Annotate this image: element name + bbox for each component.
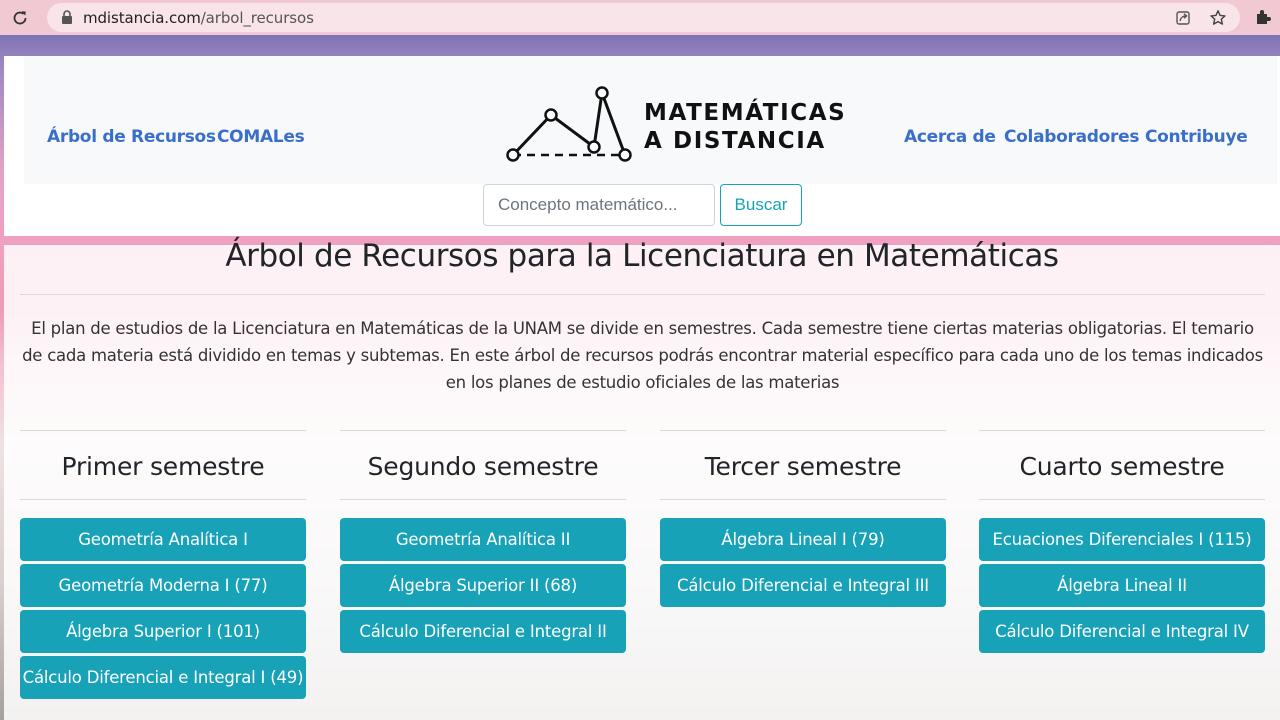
divider (979, 499, 1265, 500)
logo-text-line2: A DISTANCIA (644, 128, 826, 154)
subject-button[interactable]: Ecuaciones Diferenciales I (115) (979, 518, 1265, 561)
subject-list: Álgebra Lineal I (79) Cálculo Diferencia… (660, 518, 946, 607)
extensions-icon[interactable] (1253, 7, 1273, 27)
url-host: mdistancia.com (83, 9, 201, 27)
semester-title: Primer semestre (61, 452, 265, 481)
lock-icon (62, 10, 72, 24)
nav-link-acerca-de[interactable]: Acerca de (904, 127, 996, 147)
subject-button[interactable]: Geometría Moderna I (77) (20, 564, 306, 607)
semester-title: Tercer semestre (704, 452, 902, 481)
address-bar[interactable]: mdistancia.com/arbol_recursos (47, 3, 1240, 32)
semester-title: Cuarto semestre (1019, 452, 1225, 481)
reload-icon[interactable] (8, 6, 32, 30)
subject-button[interactable]: Cálculo Diferencial e Integral II (340, 610, 626, 653)
subject-button[interactable]: Álgebra Superior I (101) (20, 610, 306, 653)
nav-link-contribuye[interactable]: Contribuye (1145, 127, 1248, 147)
subject-button[interactable]: Álgebra Superior II (68) (340, 564, 626, 607)
subject-button[interactable]: Álgebra Lineal II (979, 564, 1265, 607)
title-divider (20, 294, 1265, 295)
semester-column-1: Primer semestre Geometría Analítica I Ge… (20, 430, 306, 702)
semester-title: Segundo semestre (367, 452, 599, 481)
share-icon[interactable] (1173, 8, 1193, 28)
star-icon[interactable] (1208, 8, 1228, 28)
subject-list: Geometría Analítica II Álgebra Superior … (340, 518, 626, 653)
divider (20, 499, 306, 500)
divider (340, 499, 626, 500)
page-title: Árbol de Recursos para la Licenciatura e… (225, 238, 1059, 274)
nav-link-arbol-de-recursos[interactable]: Árbol de Recursos (47, 127, 216, 147)
subject-list: Ecuaciones Diferenciales I (115) Álgebra… (979, 518, 1265, 653)
site-logo[interactable]: MATEMÁTICAS A DISTANCIA (501, 86, 845, 166)
logo-graph-icon (506, 86, 632, 162)
subject-button[interactable]: Cálculo Diferencial e Integral III (660, 564, 946, 607)
url-path: /arbol_recursos (200, 9, 314, 27)
intro-paragraph: El plan de estudios de la Licenciatura e… (22, 319, 1263, 392)
nav-link-comales[interactable]: COMALes (217, 127, 305, 147)
semester-column-4: Cuarto semestre Ecuaciones Diferenciales… (979, 430, 1265, 656)
browser-toolbar: mdistancia.com/arbol_recursos (0, 0, 1280, 35)
search-button[interactable]: Buscar (720, 184, 802, 226)
subject-button[interactable]: Cálculo Diferencial e Integral IV (979, 610, 1265, 653)
search-input[interactable] (483, 184, 715, 226)
subject-button[interactable]: Álgebra Lineal I (79) (660, 518, 946, 561)
subject-button[interactable]: Cálculo Diferencial e Integral I (49) (20, 656, 306, 699)
nav-link-colaboradores[interactable]: Colaboradores (1004, 127, 1139, 147)
subject-list: Geometría Analítica I Geometría Moderna … (20, 518, 306, 699)
logo-text-line1: MATEMÁTICAS (644, 100, 847, 126)
subject-button[interactable]: Geometría Analítica II (340, 518, 626, 561)
navbar: Árbol de Recursos COMALes MATEMÁTICAS A … (24, 56, 1277, 184)
semester-column-3: Tercer semestre Álgebra Lineal I (79) Cá… (660, 430, 946, 610)
url-text[interactable]: mdistancia.com/arbol_recursos (83, 9, 314, 27)
subject-button[interactable]: Geometría Analítica I (20, 518, 306, 561)
semester-column-2: Segundo semestre Geometría Analítica II … (340, 430, 626, 656)
divider (660, 499, 946, 500)
